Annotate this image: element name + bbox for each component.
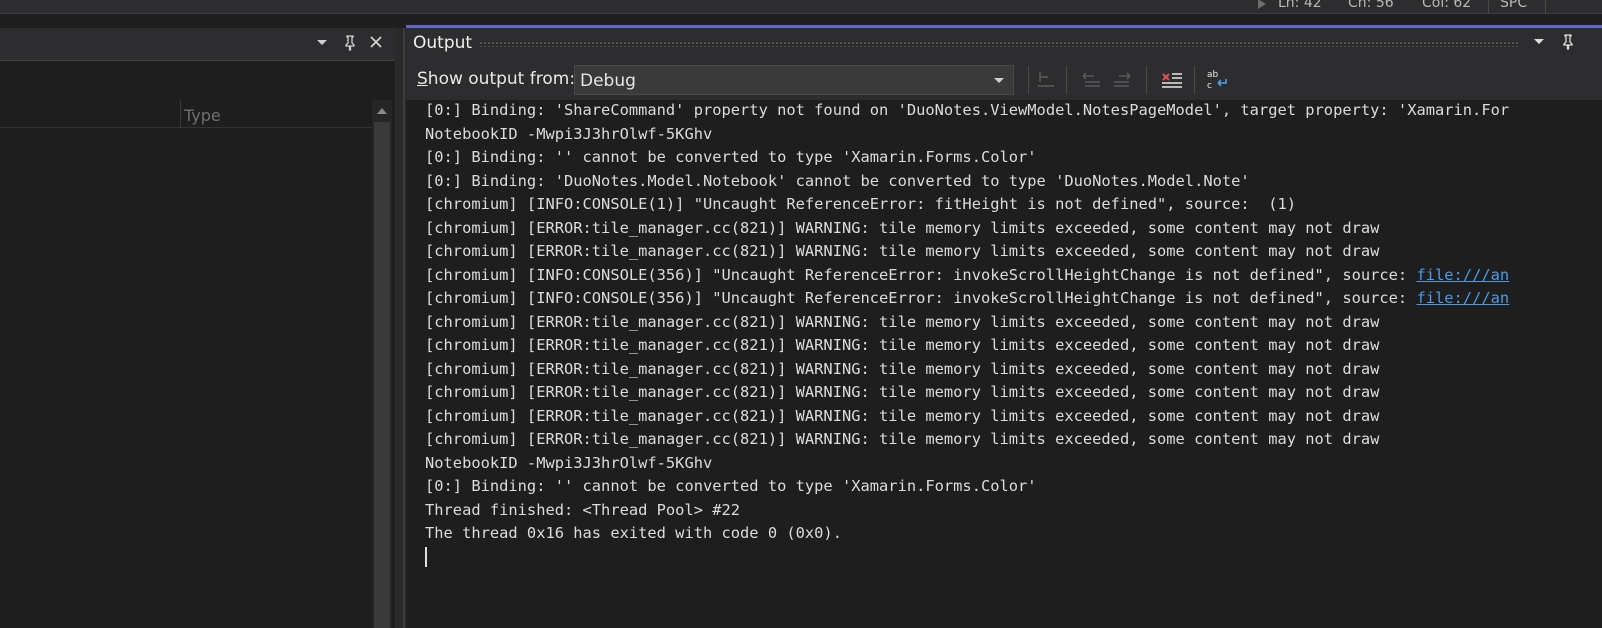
log-line-text: [chromium] [ERROR:tile_manager.cc(821)] … [425,383,1380,401]
output-window: Output Show output from: Debug ab c [0:]… [406,25,1602,628]
pin-icon[interactable] [342,35,358,53]
log-line-text: [chromium] [ERROR:tile_manager.cc(821)] … [425,336,1380,354]
left-tool-window-content [0,129,372,628]
toolbar-separator [1066,66,1067,94]
left-tool-window: Type [0,28,400,628]
pin-icon[interactable] [1561,34,1575,54]
status-grip-icon [1258,0,1266,9]
log-line-text: [chromium] [ERROR:tile_manager.cc(821)] … [425,406,1380,425]
left-tool-window-toolbar [0,61,400,101]
log-line-text: [chromium] [ERROR:tile_manager.cc(821)] … [425,242,1380,260]
log-line: NotebookID -Mwpi3J3hrOlwf-5KGhv [425,123,1602,147]
log-line-text: NotebookID -Mwpi3J3hrOlwf-5KGhv [425,453,713,472]
column-divider[interactable] [180,100,181,128]
find-message-icon[interactable] [1034,68,1058,92]
toolbar-separator [1146,66,1147,94]
log-line: [0:] Binding: '' cannot be converted to … [425,475,1602,499]
output-log[interactable]: [0:] Binding: 'ShareCommand' property no… [425,99,1602,619]
output-toolbar: Show output from: Debug ab c [406,60,1602,100]
log-line: Thread finished: <Thread Pool> #22 [425,499,1602,523]
log-line-text: [0:] Binding: '' cannot be converted to … [425,148,1037,166]
status-line[interactable]: Ln: 42 [1278,0,1322,11]
log-line-text: [chromium] [ERROR:tile_manager.cc(821)] … [425,218,1380,237]
next-message-icon[interactable] [1110,68,1134,92]
clear-all-icon[interactable] [1160,68,1184,92]
log-line: [chromium] [INFO:CONSOLE(356)] "Uncaught… [425,264,1602,288]
log-line: [chromium] [ERROR:tile_manager.cc(821)] … [425,217,1602,241]
column-header-row: Type [0,100,372,128]
status-char[interactable]: Ch: 56 [1348,0,1394,11]
source-file-link[interactable]: file:///an [1416,266,1509,284]
status-divider [1488,0,1489,14]
log-line: [chromium] [ERROR:tile_manager.cc(821)] … [425,381,1602,405]
chevron-down-icon[interactable] [314,35,330,53]
svg-text:ab: ab [1207,70,1219,80]
chevron-down-icon [994,78,1004,83]
log-line-text: [0:] Binding: 'DuoNotes.Model.Notebook' … [425,171,1250,190]
show-output-from-label: Show output from: [417,69,575,89]
word-wrap-icon[interactable]: ab c [1206,68,1230,92]
status-divider [1545,0,1546,14]
source-file-link[interactable]: file:///an [1416,289,1509,307]
log-line-text: NotebookID -Mwpi3J3hrOlwf-5KGhv [425,124,713,143]
log-line-text: [chromium] [ERROR:tile_manager.cc(821)] … [425,430,1380,448]
output-source-select[interactable]: Debug [574,65,1014,95]
log-line: [chromium] [ERROR:tile_manager.cc(821)] … [425,311,1602,335]
left-tool-window-header [0,28,400,61]
log-line-text: [chromium] [ERROR:tile_manager.cc(821)] … [425,312,1380,331]
log-line: [chromium] [INFO:CONSOLE(1)] "Uncaught R… [425,193,1602,217]
log-line: [0:] Binding: 'ShareCommand' property no… [425,99,1602,123]
svg-text:c: c [1207,81,1212,91]
log-line-text: The thread 0x16 has exited with code 0 (… [425,524,842,542]
close-icon[interactable] [368,35,384,53]
log-line: [chromium] [INFO:CONSOLE(356)] "Uncaught… [425,287,1602,311]
scrollbar-thumb[interactable] [374,122,390,628]
status-col[interactable]: Col: 62 [1422,0,1471,11]
log-line: [chromium] [ERROR:tile_manager.cc(821)] … [425,358,1602,382]
show-output-from-accelerator: S [417,69,428,89]
chevron-down-icon[interactable] [1532,34,1546,52]
status-mode[interactable]: SPC [1500,0,1527,11]
column-header-type[interactable]: Type [184,106,221,125]
text-cursor [425,547,427,567]
vertical-scrollbar[interactable] [372,100,392,628]
log-line: The thread 0x16 has exited with code 0 (… [425,522,1602,546]
status-bar: Ln: 42 Ch: 56 Col: 62 SPC [0,0,1602,14]
log-line: [chromium] [ERROR:tile_manager.cc(821)] … [425,428,1602,452]
log-line: [chromium] [ERROR:tile_manager.cc(821)] … [425,405,1602,429]
log-line-text: [0:] Binding: '' cannot be converted to … [425,477,1037,495]
pane-splitter-line [403,28,405,628]
output-source-value: Debug [580,71,636,91]
output-title-bar[interactable]: Output [406,28,1602,60]
log-line-text: [chromium] [INFO:CONSOLE(356)] "Uncaught… [425,265,1417,284]
log-line-text: [chromium] [INFO:CONSOLE(1)] "Uncaught R… [425,195,1296,213]
log-line-text: [chromium] [ERROR:tile_manager.cc(821)] … [425,359,1380,378]
log-line: [0:] Binding: '' cannot be converted to … [425,146,1602,170]
log-line-text: [0:] Binding: 'ShareCommand' property no… [425,101,1510,119]
log-line-text: [chromium] [INFO:CONSOLE(356)] "Uncaught… [425,289,1417,307]
log-line-cursor-row [425,546,1602,570]
log-line-text: Thread finished: <Thread Pool> #22 [425,500,741,519]
previous-message-icon[interactable] [1080,68,1104,92]
output-title: Output [413,33,473,53]
log-line: [chromium] [ERROR:tile_manager.cc(821)] … [425,240,1602,264]
toolbar-separator [1028,66,1029,94]
scroll-up-arrow-icon[interactable] [377,108,387,114]
show-output-from-label-text: how output from: [427,69,576,89]
toolbar-separator [1194,66,1195,94]
title-grip [479,41,1519,47]
log-line: NotebookID -Mwpi3J3hrOlwf-5KGhv [425,452,1602,476]
log-line: [0:] Binding: 'DuoNotes.Model.Notebook' … [425,170,1602,194]
log-line: [chromium] [ERROR:tile_manager.cc(821)] … [425,334,1602,358]
